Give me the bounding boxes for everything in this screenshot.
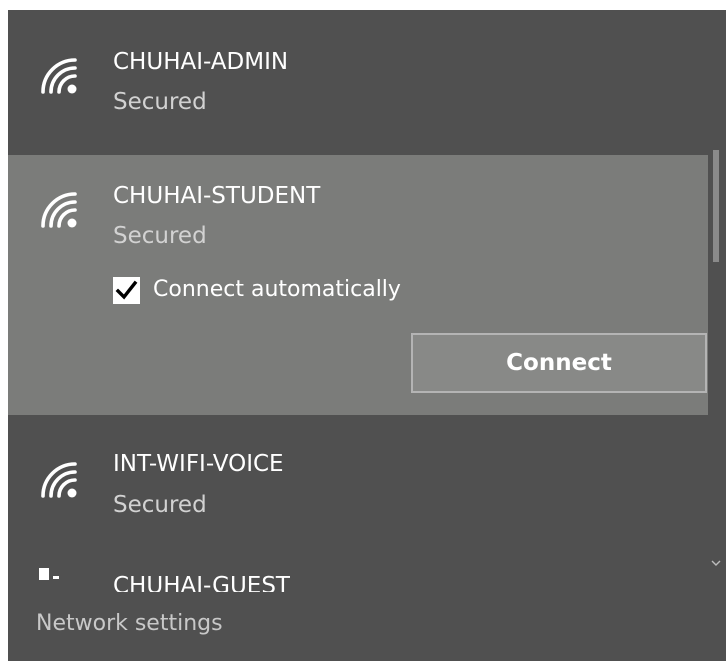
wifi-signal-icon: [41, 58, 77, 94]
flyout-footer: Network settings: [8, 592, 726, 661]
network-security-status: Secured: [113, 223, 207, 249]
network-list: CHUHAI-ADMIN Secured CHUHAI-STUDENT Secu…: [8, 10, 708, 592]
network-flyout: CHUHAI-ADMIN Secured CHUHAI-STUDENT Secu…: [8, 10, 726, 661]
network-security-status: Secured: [113, 492, 207, 518]
connect-automatically-option[interactable]: Connect automatically: [113, 275, 401, 305]
screen: CHUHAI-ADMIN Secured CHUHAI-STUDENT Secu…: [0, 0, 726, 661]
network-name: CHUHAI-STUDENT: [113, 183, 321, 209]
connect-button[interactable]: Connect: [411, 333, 707, 393]
network-list-scrollbar[interactable]: [708, 10, 726, 592]
wifi-signal-icon: [41, 192, 77, 228]
network-security-status: Secured: [113, 89, 207, 115]
network-name: CHUHAI-GUEST: [113, 573, 290, 592]
chevron-down-icon[interactable]: [708, 556, 724, 570]
network-item-chuhai-student[interactable]: CHUHAI-STUDENT Secured Connect automatic…: [8, 155, 708, 415]
connect-automatically-checkbox[interactable]: [113, 276, 140, 304]
wifi-signal-icon: [41, 462, 77, 498]
network-item-chuhai-admin[interactable]: CHUHAI-ADMIN Secured: [8, 10, 708, 155]
checkmark-icon: [115, 280, 138, 300]
network-item-int-wifi-voice[interactable]: INT-WIFI-VOICE Secured: [8, 415, 708, 565]
network-item-chuhai-guest[interactable]: CHUHAI-GUEST: [8, 566, 708, 592]
network-name: INT-WIFI-VOICE: [113, 451, 284, 477]
shield-wifi-icon: [39, 568, 59, 580]
network-settings-link[interactable]: Network settings: [36, 610, 223, 638]
connect-automatically-label: Connect automatically: [153, 277, 401, 302]
scrollbar-thumb[interactable]: [713, 150, 719, 262]
network-name: CHUHAI-ADMIN: [113, 49, 289, 75]
